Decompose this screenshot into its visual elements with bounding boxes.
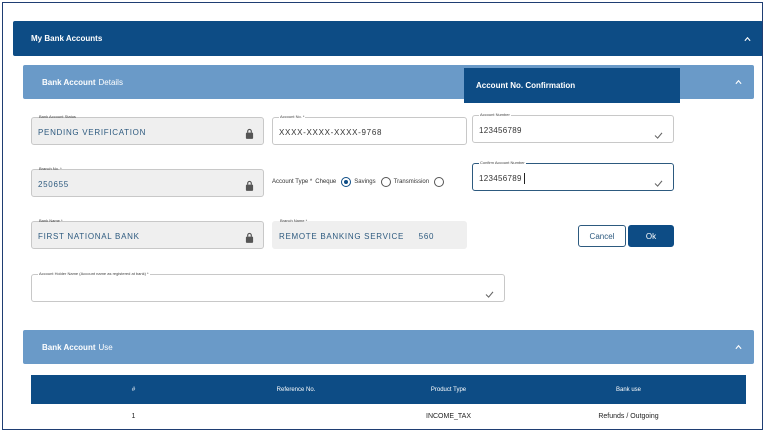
bank-use-table: # Reference No. Product Type Bank use 1 … (31, 375, 746, 429)
checkmark-icon (485, 285, 494, 298)
lock-icon (245, 178, 254, 191)
account-number-label: Account Number (479, 112, 511, 117)
branch-name-value: REMOTE BANKING SERVICE 560 (279, 232, 435, 241)
account-holder-name-field[interactable]: Account Holder Name (Account name as reg… (31, 271, 505, 302)
chevron-up-icon[interactable] (744, 35, 751, 42)
radio-savings[interactable] (380, 177, 391, 187)
lock-icon (245, 230, 254, 243)
my-bank-accounts-header[interactable]: My Bank Accounts (13, 21, 762, 56)
account-no-value: XXXX-XXXX-XXXX-9768 (279, 128, 383, 137)
table-header: # Reference No. Product Type Bank use (31, 375, 746, 404)
confirm-account-number-value: 123456789 (479, 174, 522, 183)
radio-cheque[interactable] (341, 177, 352, 187)
bank-account-status-label: Bank Account Status (39, 114, 76, 119)
lock-icon (245, 126, 254, 139)
confirm-account-number-field[interactable]: Confirm Account Number 123456789 (472, 160, 674, 191)
chevron-up-icon[interactable] (735, 79, 742, 86)
account-number-value: 123456789 (479, 126, 522, 135)
page-frame: My Bank Accounts Bank Account Details Ba… (2, 2, 763, 430)
radio-savings-label: Savings (354, 179, 376, 185)
my-bank-accounts-title: My Bank Accounts (31, 34, 103, 43)
details-title-rest: Details (98, 77, 123, 87)
row-product-type: INCOME_TAX (426, 413, 471, 420)
account-type-label: Account Type * (272, 179, 313, 185)
radio-transmission[interactable] (434, 177, 445, 187)
bank-name-field: Bank Name * FIRST NATIONAL BANK (31, 218, 264, 249)
bank-account-use-header[interactable]: Bank Account Use (23, 330, 754, 364)
account-no-field[interactable]: Account No. * XXXX-XXXX-XXXX-9768 (272, 114, 467, 145)
branch-name-field: Branch Name * REMOTE BANKING SERVICE 560 (272, 218, 467, 249)
ok-button[interactable]: Ok (628, 225, 674, 247)
cancel-button[interactable]: Cancel (578, 225, 626, 247)
use-title-rest: Use (98, 342, 113, 352)
details-title-bold: Bank Account (42, 77, 96, 87)
account-confirmation-title: Account No. Confirmation (464, 68, 680, 103)
branch-no-label: Branch No. * (39, 166, 62, 171)
account-no-label: Account No. * (279, 114, 306, 119)
branch-name-label: Branch Name * (280, 218, 308, 223)
text-cursor (524, 173, 525, 184)
radio-cheque-label: Cheque (315, 179, 337, 185)
header-reference-no: Reference No. (276, 386, 316, 393)
chevron-up-icon[interactable] (735, 344, 742, 351)
row-reference-no (211, 404, 381, 429)
row-bank-use: Refunds / Outgoing (598, 413, 659, 420)
header-bank-use: Bank use (615, 386, 642, 393)
account-number-field[interactable]: Account Number 123456789 (472, 112, 674, 143)
branch-no-field: Branch No. * 250655 (31, 166, 264, 197)
account-type-group: Account Type * Cheque Savings Transmissi… (272, 175, 447, 189)
bank-name-label: Bank Name * (39, 218, 63, 223)
row-number: 1 (131, 413, 136, 420)
branch-no-value: 250655 (38, 180, 69, 189)
bank-name-value: FIRST NATIONAL BANK (38, 232, 140, 241)
account-holder-name-label: Account Holder Name (Account name as reg… (38, 271, 150, 276)
table-row[interactable]: 1 INCOME_TAX Refunds / Outgoing (31, 404, 746, 429)
checkmark-icon (654, 126, 663, 139)
use-title-bold: Bank Account (42, 342, 96, 352)
header-product-type: Product Type (430, 386, 467, 393)
checkmark-icon (654, 174, 663, 187)
radio-transmission-label: Transmission (393, 179, 430, 185)
bank-account-status-field: Bank Account Status PENDING VERIFICATION (31, 114, 264, 145)
bank-account-status-value: PENDING VERIFICATION (38, 128, 147, 137)
header-number: # (131, 386, 136, 393)
confirm-account-number-label: Confirm Account Number (479, 160, 526, 165)
